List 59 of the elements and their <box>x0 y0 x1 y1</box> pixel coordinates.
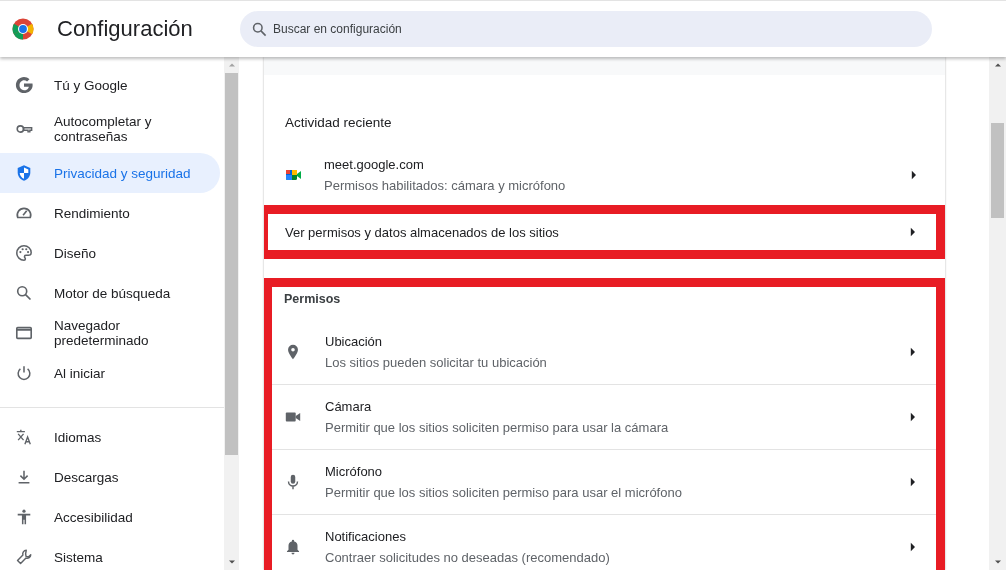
permission-description: Contraer solicitudes no deseadas (recomendado) <box>325 550 611 565</box>
permission-row[interactable]: Cámara Permitir que los sitios soliciten permiso para usar la cámara <box>272 385 936 450</box>
site-settings-row[interactable]: Ver permisos y datos almacenados de los sitios <box>264 205 945 259</box>
sidebar-item[interactable]: Autocompletar y contraseñas <box>0 105 220 153</box>
arrow-right-icon <box>909 227 916 237</box>
scrollbar-thumb[interactable] <box>991 123 1004 218</box>
search-icon <box>15 284 33 302</box>
sidebar-item[interactable]: Rendimiento <box>0 193 220 233</box>
site-permissions: Permisos habilitados: cámara y micrófono <box>324 178 567 193</box>
google-icon <box>15 76 33 94</box>
scroll-down-arrow-icon <box>993 559 1002 565</box>
sidebar-item[interactable]: Descargas <box>0 457 220 497</box>
permission-description: Los sitios pueden solicitar tu ubicación <box>325 355 548 370</box>
permission-title: Cámara <box>325 399 373 414</box>
power-icon <box>15 364 33 382</box>
permission-row[interactable]: Notificaciones Contraer solicitudes no deseadas (recomendado) <box>272 515 936 570</box>
wrench-icon <box>15 548 33 566</box>
sidebar-item[interactable]: Tú y Google <box>0 65 220 105</box>
accessibility-icon <box>15 508 33 526</box>
site-row[interactable]: meet.google.com Permisos habilitados: cámara y micrófono <box>264 150 945 200</box>
scrollbar-thumb[interactable] <box>225 73 238 455</box>
bell-icon <box>284 538 302 556</box>
sidebar-item[interactable]: Accesibilidad <box>0 497 220 537</box>
search-field[interactable]: Buscar en configuración <box>240 11 932 47</box>
section-heading: Actividad reciente <box>284 114 393 132</box>
permission-title: Ubicación <box>325 334 384 349</box>
browser-window-icon <box>15 324 33 342</box>
scroll-down-arrow-icon <box>227 559 236 565</box>
sidebar-item[interactable]: Idiomas <box>0 417 220 457</box>
scroll-up-arrow-icon <box>227 62 236 68</box>
shield-icon <box>15 164 33 182</box>
page-title: Configuración <box>57 16 194 42</box>
section-heading: Permisos <box>283 291 342 308</box>
permission-row[interactable]: Micrófono Permitir que los sitios soliciten permiso para usar el micrófono <box>272 450 936 515</box>
arrow-right-icon <box>910 170 917 180</box>
translate-icon <box>15 428 33 446</box>
permission-row[interactable]: Ubicación Los sitios pueden solicitar tu ubicación <box>272 320 936 385</box>
search-icon <box>251 21 268 38</box>
permission-description: Permitir que los sitios soliciten permiso para usar la cámara <box>325 420 670 435</box>
sidebar-item[interactable]: Sistema <box>0 537 220 570</box>
site-name: meet.google.com <box>324 157 425 172</box>
arrow-right-icon <box>909 412 916 422</box>
browser-logo-icon <box>12 18 34 40</box>
arrow-right-icon <box>909 542 916 552</box>
meet-app-icon <box>285 167 302 183</box>
arrow-right-icon <box>909 347 916 357</box>
permission-description: Permitir que los sitios soliciten permiso para usar el micrófono <box>325 485 683 500</box>
sidebar-item[interactable]: Diseño <box>0 233 220 273</box>
arrow-right-icon <box>909 477 916 487</box>
scrollbar[interactable] <box>989 57 1006 570</box>
scrollbar[interactable] <box>224 57 239 570</box>
permission-title: Micrófono <box>325 464 384 479</box>
sidebar-item[interactable]: Privacidad y seguridad <box>0 153 220 193</box>
sidebar-item[interactable]: Navegador predeterminado <box>0 313 220 353</box>
palette-icon <box>15 244 33 262</box>
scroll-up-arrow-icon <box>993 62 1002 68</box>
sidebar-item[interactable]: Motor de búsqueda <box>0 273 220 313</box>
permission-title: Notificaciones <box>325 529 407 544</box>
sidebar-item[interactable]: Al iniciar <box>0 353 220 393</box>
